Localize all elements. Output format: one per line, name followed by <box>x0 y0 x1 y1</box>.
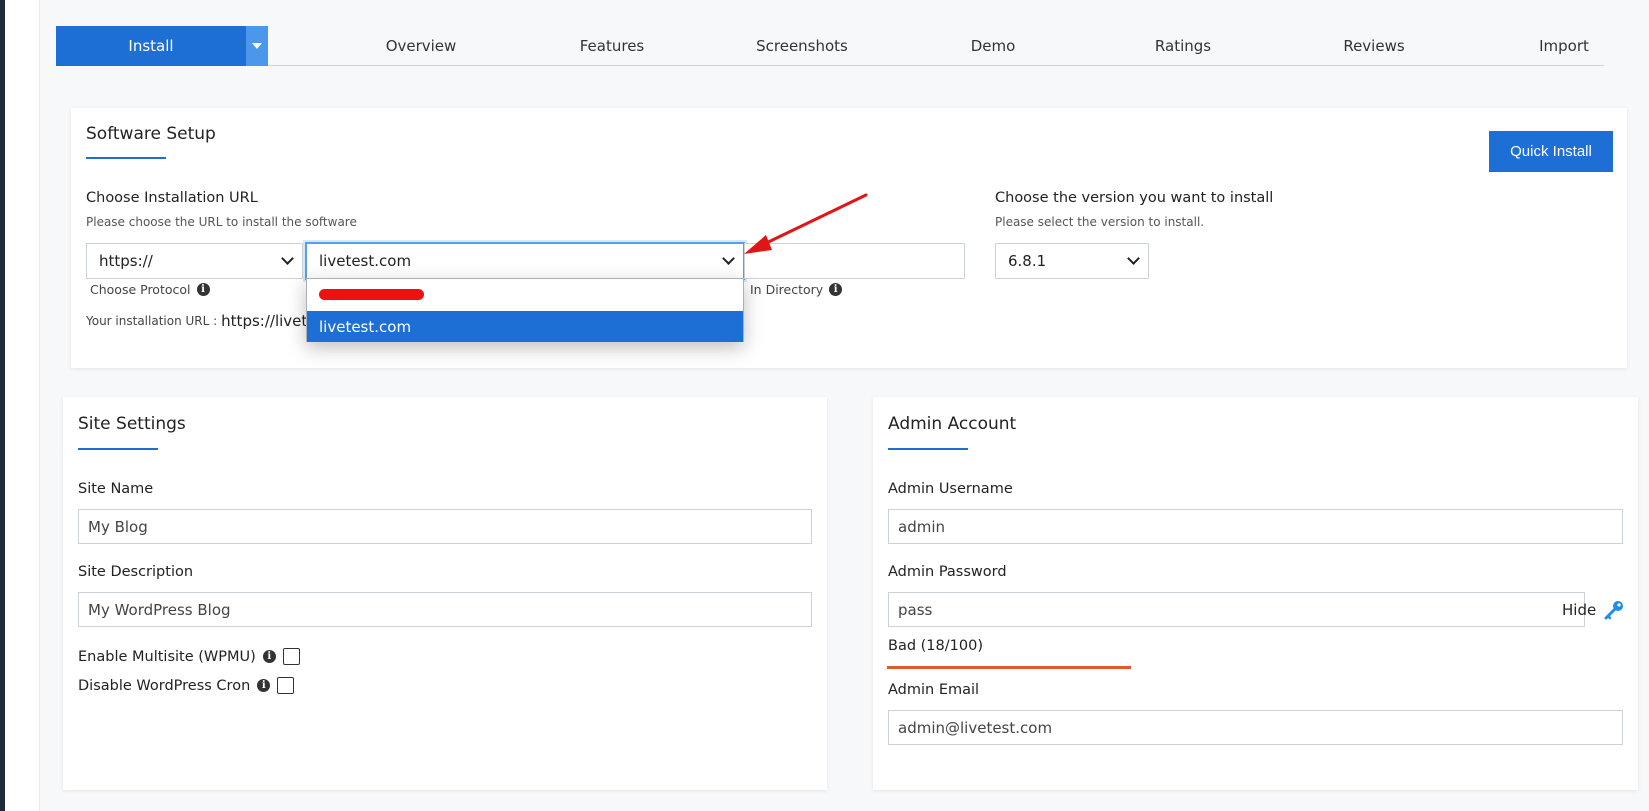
install-url-label: Choose Installation URL <box>86 190 258 206</box>
admin-account-title: Admin Account <box>888 414 1017 434</box>
version-label: Choose the version you want to install <box>995 190 1274 206</box>
password-strength-text: Bad (18/100) <box>888 638 983 654</box>
quick-install-button[interactable]: Quick Install <box>1489 131 1613 172</box>
tab-import[interactable]: Import <box>1469 26 1649 66</box>
cron-label: Disable WordPress Cron <box>78 677 251 694</box>
title-underline <box>78 448 158 450</box>
version-sublabel: Please select the version to install. <box>995 215 1205 229</box>
password-strength-bar <box>887 666 1131 669</box>
tab-install[interactable]: Install <box>56 26 246 66</box>
info-icon[interactable]: i <box>262 650 276 663</box>
multisite-label: Enable Multisite (WPMU) <box>78 648 256 665</box>
directory-help: In Directory i <box>750 282 843 297</box>
version-select[interactable]: 6.8.1 <box>995 243 1149 279</box>
install-url-sublabel: Please choose the URL to install the sof… <box>86 215 357 229</box>
admin-email-input[interactable]: admin@livetest.com <box>888 710 1623 745</box>
software-setup-title: Software Setup <box>86 124 216 144</box>
multisite-checkbox[interactable] <box>282 648 300 665</box>
chevron-down-icon <box>722 252 735 265</box>
tab-overview[interactable]: Overview <box>326 26 516 66</box>
chevron-down-icon <box>1127 252 1140 265</box>
hide-password-toggle[interactable]: Hide <box>1562 601 1596 619</box>
site-name-label: Site Name <box>78 481 154 497</box>
info-icon[interactable]: i <box>829 283 843 296</box>
info-icon[interactable]: i <box>257 679 271 692</box>
cron-row: Disable WordPress Cron i <box>78 677 295 694</box>
title-underline <box>888 448 968 450</box>
tab-features[interactable]: Features <box>517 26 707 66</box>
chevron-down-icon <box>281 252 294 265</box>
dropdown-option-redacted[interactable] <box>307 279 743 310</box>
multisite-row: Enable Multisite (WPMU) i <box>78 648 300 665</box>
caret-down-icon <box>252 43 262 49</box>
directory-label: In Directory <box>750 282 824 297</box>
admin-password-label: Admin Password <box>888 564 1007 580</box>
info-icon[interactable]: i <box>196 283 210 296</box>
domain-select[interactable]: livetest.com <box>305 242 745 280</box>
protocol-label: Choose Protocol <box>90 282 191 297</box>
title-underline <box>86 157 166 159</box>
tab-screenshots[interactable]: Screenshots <box>707 26 897 66</box>
key-icon[interactable] <box>1603 599 1625 621</box>
site-description-label: Site Description <box>78 564 194 580</box>
site-settings-title: Site Settings <box>78 414 186 434</box>
cron-checkbox[interactable] <box>277 677 295 694</box>
admin-password-input[interactable]: pass <box>888 592 1585 627</box>
annotation-arrow <box>744 193 868 254</box>
tab-bar: Install Overview Features Screenshots De… <box>56 26 1604 66</box>
tab-reviews[interactable]: Reviews <box>1279 26 1469 66</box>
redaction-mark <box>319 289 424 300</box>
protocol-value: https:// <box>99 252 153 270</box>
dropdown-option-livetest[interactable]: livetest.com <box>307 311 743 342</box>
install-dropdown-caret[interactable] <box>246 26 268 66</box>
install-url-caption: Your installation URL : <box>86 314 218 328</box>
tab-ratings[interactable]: Ratings <box>1088 26 1278 66</box>
protocol-select[interactable]: https:// <box>86 243 303 279</box>
admin-email-label: Admin Email <box>888 682 980 698</box>
site-description-input[interactable]: My WordPress Blog <box>78 592 812 627</box>
admin-username-label: Admin Username <box>888 481 1013 497</box>
domain-value: livetest.com <box>319 252 412 270</box>
domain-dropdown-list: livetest.com <box>306 278 744 342</box>
tab-demo[interactable]: Demo <box>898 26 1088 66</box>
install-url-line: Your installation URL : https://livetes <box>86 312 324 330</box>
version-value: 6.8.1 <box>1008 252 1047 270</box>
site-name-input[interactable]: My Blog <box>78 509 812 544</box>
left-side-panel <box>5 0 40 811</box>
protocol-help: Choose Protocol i <box>90 282 210 297</box>
admin-username-input[interactable]: admin <box>888 509 1623 544</box>
